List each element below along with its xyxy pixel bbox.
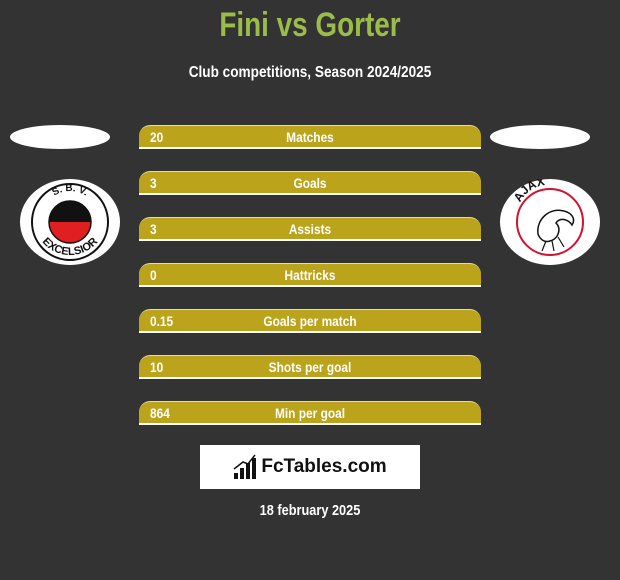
page-subtitle: Club competitions, Season 2024/2025 [188, 64, 432, 81]
stat-row-matches: 20 Matches [139, 125, 481, 149]
stat-row-min-per-goal: 864 Min per goal [139, 401, 481, 425]
stat-label: Min per goal [274, 405, 346, 421]
bar-chart-icon [233, 454, 257, 479]
stat-row-goals-per-match: 0.15 Goals per match [139, 309, 481, 333]
stat-row-shots-per-goal: 10 Shots per goal [139, 355, 481, 379]
stat-row-hattricks: 0 Hattricks [139, 263, 481, 287]
left-player-oval [10, 125, 110, 149]
stat-value: 10 [150, 359, 164, 375]
stat-value: 3 [150, 175, 157, 191]
stat-label: Goals [293, 175, 327, 191]
footer-date: 18 february 2025 [259, 502, 361, 519]
stat-value: 3 [150, 221, 157, 237]
stat-row-goals: 3 Goals [139, 171, 481, 195]
stat-value: 20 [150, 129, 164, 145]
stat-label: Matches [286, 129, 334, 145]
stat-label: Hattricks [284, 267, 336, 283]
stat-label: Goals per match [263, 313, 357, 329]
stat-row-assists: 3 Assists [139, 217, 481, 241]
stat-value: 0 [150, 267, 157, 283]
right-player-oval [490, 125, 590, 149]
ajax-logo: AJAX [500, 174, 600, 265]
excelsior-logo: S. B. V. EXCELSIOR [20, 179, 120, 265]
fctables-brand-link[interactable]: FcTables.com [200, 445, 420, 489]
page-title: Fini vs Gorter [219, 6, 401, 44]
stat-label: Assists [288, 221, 332, 237]
brand-name: FcTables.com [261, 456, 387, 477]
stat-label: Shots per goal [268, 359, 352, 375]
